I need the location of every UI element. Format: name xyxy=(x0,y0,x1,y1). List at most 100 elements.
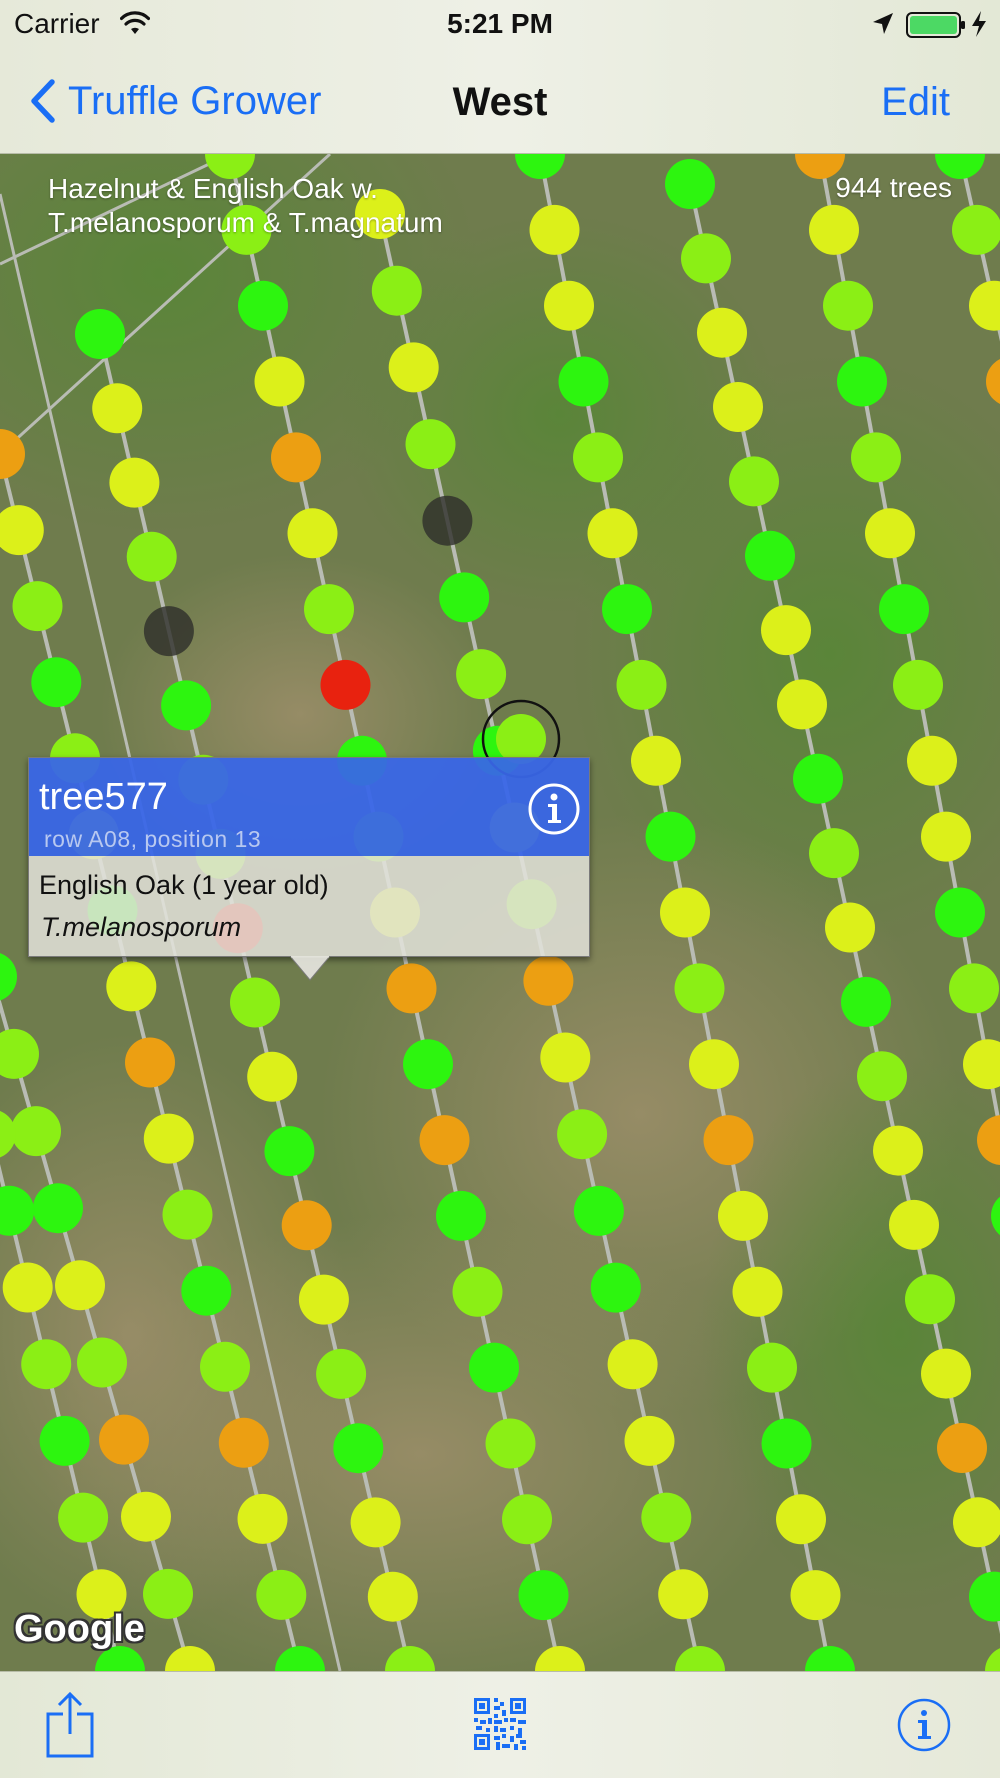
tree-marker[interactable] xyxy=(143,1568,193,1619)
tree-marker[interactable] xyxy=(952,204,1000,255)
tree-marker[interactable] xyxy=(143,1113,194,1164)
tree-marker[interactable] xyxy=(841,976,891,1027)
tree-marker[interactable] xyxy=(616,659,667,710)
tree-marker[interactable] xyxy=(99,1414,149,1465)
tree-callout[interactable]: tree577 row A08, position 13 English Oak… xyxy=(28,757,590,981)
tree-marker[interactable] xyxy=(681,233,731,284)
tree-marker[interactable] xyxy=(55,1260,105,1311)
tree-marker[interactable] xyxy=(607,1339,658,1390)
tree-marker[interactable] xyxy=(660,887,710,938)
tree-marker[interactable] xyxy=(298,1274,349,1325)
tree-marker[interactable] xyxy=(631,735,681,786)
tree-marker[interactable] xyxy=(879,584,929,635)
tree-marker[interactable] xyxy=(218,1417,269,1468)
tree-marker[interactable] xyxy=(12,581,63,632)
tree-marker[interactable] xyxy=(729,456,779,507)
tree-marker[interactable] xyxy=(949,963,999,1014)
tree-marker[interactable] xyxy=(31,657,82,708)
tree-marker[interactable] xyxy=(658,1569,709,1620)
tree-marker[interactable] xyxy=(851,432,901,483)
tree-marker[interactable] xyxy=(436,1190,486,1241)
tree-marker[interactable] xyxy=(837,356,887,407)
tree-marker[interactable] xyxy=(893,659,943,710)
tree-marker[interactable] xyxy=(254,356,305,407)
tree-marker[interactable] xyxy=(422,495,473,546)
qr-code-icon[interactable] xyxy=(474,1698,526,1750)
tree-marker[interactable] xyxy=(790,1570,841,1621)
tree-marker[interactable] xyxy=(316,1348,367,1399)
tree-marker[interactable] xyxy=(33,1183,83,1234)
tree-marker[interactable] xyxy=(419,1115,470,1166)
tree-marker[interactable] xyxy=(237,1493,288,1544)
tree-marker[interactable] xyxy=(689,1039,739,1090)
tree-marker[interactable] xyxy=(857,1051,907,1102)
tree-marker[interactable] xyxy=(247,1051,298,1102)
tree-marker[interactable] xyxy=(333,1423,384,1474)
tree-marker[interactable] xyxy=(777,679,827,730)
tree-marker[interactable] xyxy=(109,457,160,508)
tree-marker[interactable] xyxy=(602,584,652,635)
tree-marker[interactable] xyxy=(590,1262,641,1313)
tree-marker[interactable] xyxy=(921,1348,971,1399)
tree-marker[interactable] xyxy=(935,887,985,938)
tree-marker[interactable] xyxy=(92,383,143,434)
tree-marker[interactable] xyxy=(287,508,338,559)
tree-marker[interactable] xyxy=(540,1032,591,1083)
tree-marker[interactable] xyxy=(573,1185,624,1236)
tree-marker[interactable] xyxy=(645,811,696,862)
callout-info-icon[interactable] xyxy=(527,782,581,836)
tree-marker[interactable] xyxy=(106,961,157,1012)
tree-marker[interactable] xyxy=(697,307,747,358)
edit-button[interactable]: Edit xyxy=(881,80,950,125)
tree-marker[interactable] xyxy=(713,382,763,432)
tree-marker[interactable] xyxy=(502,1494,552,1545)
tree-marker[interactable] xyxy=(271,432,321,483)
tree-marker[interactable] xyxy=(58,1492,109,1543)
tree-marker[interactable] xyxy=(518,1570,569,1621)
tree-marker[interactable] xyxy=(558,356,609,407)
tree-marker[interactable] xyxy=(388,342,439,393)
tree-marker[interactable] xyxy=(732,1266,783,1317)
tree-marker[interactable] xyxy=(439,572,490,623)
tree-marker[interactable] xyxy=(77,1337,127,1388)
tree-marker[interactable] xyxy=(665,159,715,209)
tree-marker[interactable] xyxy=(624,1415,675,1466)
tree-marker[interactable] xyxy=(907,735,957,786)
tree-marker[interactable] xyxy=(281,1200,332,1251)
tree-marker[interactable] xyxy=(320,659,371,710)
tree-marker[interactable] xyxy=(405,419,456,470)
tree-marker[interactable] xyxy=(718,1190,768,1241)
tree-marker[interactable] xyxy=(865,508,915,559)
tree-marker[interactable] xyxy=(75,309,125,359)
tree-marker[interactable] xyxy=(39,1415,90,1466)
tree-marker[interactable] xyxy=(386,963,437,1014)
tree-marker[interactable] xyxy=(371,265,422,316)
tree-marker[interactable] xyxy=(761,605,811,656)
tree-marker[interactable] xyxy=(745,530,795,581)
tree-marker[interactable] xyxy=(238,280,288,331)
tree-marker[interactable] xyxy=(452,1266,503,1317)
tree-marker[interactable] xyxy=(161,680,212,731)
tree-marker[interactable] xyxy=(529,204,580,255)
tree-marker[interactable] xyxy=(125,1037,175,1088)
tree-marker[interactable] xyxy=(703,1115,754,1166)
tree-marker[interactable] xyxy=(587,508,638,559)
tree-marker[interactable] xyxy=(121,1491,171,1542)
tree-marker[interactable] xyxy=(674,963,725,1014)
share-icon[interactable] xyxy=(46,1692,94,1758)
tree-marker[interactable] xyxy=(641,1492,692,1543)
tree-marker[interactable] xyxy=(456,649,507,700)
tree-marker[interactable] xyxy=(264,1126,315,1177)
tree-marker[interactable] xyxy=(21,1339,72,1390)
tree-marker[interactable] xyxy=(11,1106,61,1157)
tree-marker[interactable] xyxy=(825,902,875,953)
tree-marker[interactable] xyxy=(200,1341,250,1392)
tree-marker[interactable] xyxy=(809,204,859,255)
tree-marker[interactable] xyxy=(403,1039,453,1090)
tree-marker[interactable] xyxy=(889,1199,939,1250)
tree-marker[interactable] xyxy=(485,1418,536,1469)
tree-marker[interactable] xyxy=(256,1569,307,1620)
tree-marker[interactable] xyxy=(350,1497,401,1548)
tree-marker[interactable] xyxy=(809,828,859,879)
tree-marker[interactable] xyxy=(873,1125,923,1176)
